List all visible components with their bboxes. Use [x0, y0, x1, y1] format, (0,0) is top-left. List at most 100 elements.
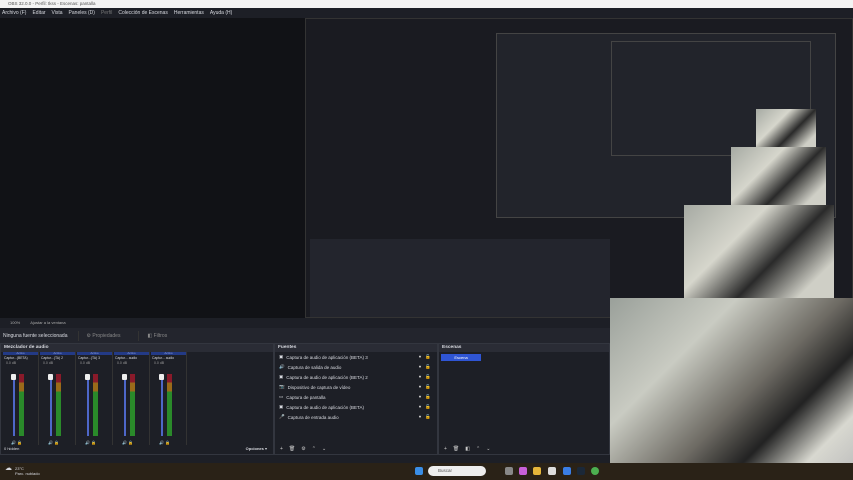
window-title: OBS 32.0.0 - Perfil: tkss - Escenas: pan… — [0, 0, 853, 8]
mixer-channel: Activo Captur...(TA) 3 0.0 dB 🔊 🔒 — [77, 352, 113, 445]
menu-archivo[interactable]: Archivo (F) — [2, 8, 26, 18]
lock-icon[interactable]: 🔓 — [425, 364, 431, 370]
volume-slider[interactable] — [161, 376, 163, 436]
level-meter — [56, 374, 61, 436]
level-meter — [93, 374, 98, 436]
menu-bar: Archivo (F) Editar Vista Paneles (D) Per… — [0, 8, 853, 18]
source-name: Captura de salida de audio — [287, 364, 342, 370]
recursive-preview — [305, 18, 853, 318]
move-down-button[interactable]: ⌄ — [322, 446, 326, 452]
task-view-icon[interactable] — [505, 467, 513, 475]
weather-widget[interactable]: ☁ 23°C Parc. nublado — [5, 465, 40, 476]
lock-icon[interactable]: 🔓 — [425, 384, 431, 390]
mail-icon[interactable] — [563, 467, 571, 475]
scene-up-button[interactable]: ⌃ — [476, 446, 480, 452]
move-up-button[interactable]: ⌃ — [312, 446, 316, 452]
menu-editar[interactable]: Editar — [32, 8, 45, 18]
filters-button[interactable]: ◧ Filtros — [138, 330, 175, 341]
channel-db: 0.0 dB — [43, 361, 54, 365]
eye-icon[interactable]: ● — [419, 374, 422, 380]
volume-knob[interactable] — [85, 374, 90, 380]
lock-icon[interactable]: 🔓 — [425, 354, 431, 360]
source-item[interactable]: 🎤 Captura de entrada audio ● 🔓 — [275, 412, 437, 422]
taskbar-search[interactable]: Buscar — [428, 466, 486, 476]
source-type-icon: 🔊 — [279, 364, 285, 369]
status-bar — [0, 455, 610, 463]
volume-slider[interactable] — [50, 376, 52, 436]
source-type-icon: ▣ — [279, 374, 284, 379]
chrome-icon[interactable] — [591, 467, 599, 475]
menu-paneles[interactable]: Paneles (D) — [69, 8, 95, 18]
mixer-footer: 0 hidden Opciones ▾ — [1, 444, 273, 454]
weather-text: Parc. nublado — [15, 471, 40, 476]
menu-vista[interactable]: Vista — [52, 8, 63, 18]
eye-icon[interactable]: ● — [419, 394, 422, 400]
source-item[interactable]: ▣ Captura de audio de aplicación (BETA) 2… — [275, 372, 437, 382]
menu-coleccion[interactable]: Colección de Escenas — [118, 8, 167, 18]
menu-perfil[interactable]: Perfil — [101, 8, 112, 18]
eye-icon[interactable]: ● — [419, 354, 422, 360]
sources-dock: Fuentes ▣ Captura de audio de aplicación … — [274, 343, 438, 455]
menu-ayuda[interactable]: Ayuda (H) — [210, 8, 232, 18]
remove-source-button[interactable]: 🗑 — [289, 446, 295, 452]
mixer-channel: Activo Captur... audio 0.0 dB 🔊 🔒 — [151, 352, 187, 445]
source-type-icon: 🎤 — [279, 414, 285, 419]
lock-icon[interactable]: 🔓 — [425, 404, 431, 410]
level-meter — [167, 374, 172, 436]
remove-scene-button[interactable]: 🗑 — [453, 446, 459, 452]
volume-knob[interactable] — [11, 374, 16, 380]
source-item[interactable]: 📷 Dispositivo de captura de vídeo ● 🔓 — [275, 382, 437, 392]
lock-icon[interactable]: 🔓 — [425, 374, 431, 380]
fit-window[interactable]: Ajustar a la ventana — [30, 318, 65, 328]
webcam-feed — [610, 298, 853, 480]
level-meter — [19, 374, 24, 436]
zoom-level[interactable]: 100% — [10, 318, 20, 328]
scene-item[interactable]: Escena — [441, 354, 481, 361]
windows-start-icon[interactable] — [415, 467, 423, 475]
source-settings-button[interactable]: ⚙ — [301, 446, 305, 452]
scene-down-button[interactable]: ⌄ — [486, 446, 490, 452]
eye-icon[interactable]: ● — [419, 404, 422, 410]
menu-herramientas[interactable]: Herramientas — [174, 8, 204, 18]
weather-icon: ☁ — [5, 465, 12, 472]
volume-knob[interactable] — [159, 374, 164, 380]
scene-filter-button[interactable]: ◧ — [465, 446, 470, 452]
volume-knob[interactable] — [48, 374, 53, 380]
eye-icon[interactable]: ● — [419, 384, 422, 390]
steam-icon[interactable] — [577, 467, 585, 475]
source-item[interactable]: ▣ Captura de audio de aplicación (BETA) ● 🔓 — [275, 402, 437, 412]
file-explorer-icon[interactable] — [533, 467, 541, 475]
source-name: Captura de audio de aplicación (BETA) 3 — [286, 354, 368, 360]
lock-icon[interactable]: 🔓 — [425, 414, 431, 420]
lock-icon[interactable]: 🔓 — [425, 394, 431, 400]
channel-db: 0.0 dB — [80, 361, 91, 365]
channel-db: 0.0 dB — [117, 361, 128, 365]
add-scene-button[interactable]: + — [444, 446, 447, 452]
source-item[interactable]: ▭ Captura de pantalla ● 🔓 — [275, 392, 437, 402]
properties-label: Propiedades — [92, 332, 121, 339]
properties-button[interactable]: ⚙ Propiedades — [77, 330, 129, 341]
preview-toolbar: 100% Ajustar a la ventana — [0, 318, 610, 328]
eye-icon[interactable]: ● — [419, 364, 422, 370]
mixer-channel: Activo Captur... audio 0.0 dB 🔊 🔒 — [114, 352, 150, 445]
source-item[interactable]: 🔊 Captura de salida de audio ● 🔓 — [275, 362, 437, 372]
options-button[interactable]: Opciones — [246, 446, 264, 451]
scenes-title: Escenas — [439, 344, 609, 352]
volume-slider[interactable] — [124, 376, 126, 436]
taskbar — [0, 463, 853, 480]
sources-title: Fuentes — [275, 344, 437, 352]
hidden-count: 0 hidden — [4, 446, 20, 451]
store-icon[interactable] — [548, 467, 556, 475]
source-item[interactable]: ▣ Captura de audio de aplicación (BETA) 3… — [275, 352, 437, 362]
copilot-icon[interactable] — [519, 467, 527, 475]
volume-knob[interactable] — [122, 374, 127, 380]
level-meter — [130, 374, 135, 436]
volume-slider[interactable] — [87, 376, 89, 436]
add-source-button[interactable]: + — [280, 446, 283, 452]
scenes-dock: Escenas Escena + 🗑 ◧ ⌃ ⌄ — [438, 343, 610, 455]
volume-slider[interactable] — [13, 376, 15, 436]
mixer-channel: Activo Captur...(TA) 2 0.0 dB 🔊 🔒 — [40, 352, 76, 445]
eye-icon[interactable]: ● — [419, 414, 422, 420]
no-source-label: Ninguna fuente seleccionada — [3, 332, 68, 339]
mixer-channel: Activo Captur...(BETA) 0.0 dB 🔊 🔒 — [3, 352, 39, 445]
